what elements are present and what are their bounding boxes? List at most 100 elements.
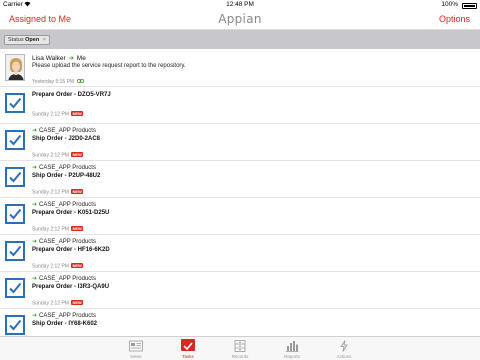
checkmark-icon [9, 282, 22, 294]
checkmark-icon [9, 208, 22, 220]
task-checkbox[interactable] [5, 167, 25, 187]
task-app-name: CASE_APP Products [39, 313, 96, 319]
tab-actions[interactable]: Actions [324, 337, 364, 360]
new-badge: NEW [70, 263, 84, 268]
task-title[interactable]: Ship Order - J2D0-2AC8 [32, 136, 100, 142]
tab-label: Records [231, 353, 249, 359]
task-timestamp: Sunday 2:12 PM [32, 263, 69, 270]
task-checkbox[interactable] [5, 241, 25, 261]
arrow-right-icon: ➜ [32, 165, 38, 171]
task-title[interactable]: Prepare Order - I3R3-QA9U [32, 284, 109, 290]
arrow-right-icon: ➜ [68, 55, 74, 62]
task-timestamp: Sunday 2:12 PM [32, 189, 69, 196]
feed-post[interactable]: Lisa Walker ➜ Me Please upload the servi… [0, 49, 480, 87]
checkmark-icon [9, 245, 22, 257]
tab-tasks[interactable]: Tasks [168, 337, 208, 360]
task-app-line: ➜ CASE_APP Products [32, 201, 96, 208]
task-item[interactable]: ➜ CASE_APP Products Ship Order - IY68-K60… [0, 309, 480, 336]
task-timestamp: Sunday 2:12 PM [32, 300, 69, 307]
task-timestamp: Sunday 2:12 PM [32, 111, 69, 118]
remove-filter-icon[interactable]: × [43, 37, 46, 43]
checkmark-icon [9, 97, 22, 109]
arrow-right-icon: ➜ [32, 313, 38, 319]
task-checkbox[interactable] [5, 130, 25, 150]
link-icon [77, 79, 85, 85]
task-item[interactable]: ➜ CASE_APP Products Prepare Order - HF16-… [0, 235, 480, 272]
task-checkbox[interactable] [5, 315, 25, 335]
task-item[interactable]: ➜ CASE_APP Products Prepare Order - I3R3-… [0, 272, 480, 309]
filter-label: Status [8, 37, 24, 43]
tab-label: Actions [336, 353, 352, 359]
task-item[interactable]: Prepare Order - DZO5-VR7J Sunday 2:12 PM… [0, 87, 480, 124]
task-app-name: CASE_APP Products [39, 202, 96, 208]
battery-percentage: 100% [441, 1, 458, 8]
news-icon [129, 339, 143, 352]
avatar [5, 54, 25, 81]
tab-reports[interactable]: Reports [272, 337, 312, 360]
navigation-bar: Assigned to Me Appian Options [0, 10, 480, 30]
post-author[interactable]: Lisa Walker [32, 55, 66, 62]
filter-value: Open [25, 37, 40, 43]
task-app-line: ➜ CASE_APP Products [32, 275, 96, 282]
task-timestamp-line: Sunday 2:12 PM NEW [32, 300, 84, 307]
filter-bar: Status Open × [0, 30, 480, 49]
checkmark-icon [9, 134, 22, 146]
appian-logo: Appian [218, 12, 262, 26]
task-app-line: ➜ CASE_APP Products [32, 238, 96, 245]
tab-records[interactable]: Records [220, 337, 260, 360]
task-checkbox[interactable] [5, 278, 25, 298]
post-timestamp-line: Yesterday 5:15 PM [32, 79, 85, 85]
task-timestamp-line: Sunday 2:12 PM NEW [32, 189, 84, 196]
status-bar: Carrier 12:48 PM 100% [0, 0, 480, 10]
task-title[interactable]: Ship Order - IY68-K602 [32, 321, 97, 327]
tab-label: Tasks [182, 353, 194, 359]
task-item[interactable]: ➜ CASE_APP Products Prepare Order - K051-… [0, 198, 480, 235]
task-title[interactable]: Ship Order - P2UP-48U2 [32, 173, 100, 179]
task-timestamp-line: Sunday 2:12 PM NEW [32, 263, 84, 270]
task-app-line: ➜ CASE_APP Products [32, 164, 96, 171]
task-title[interactable]: Prepare Order - HF16-6K2D [32, 247, 110, 253]
task-app-name: CASE_APP Products [39, 165, 96, 171]
battery-icon [462, 2, 477, 9]
task-app-name: CASE_APP Products [39, 128, 96, 134]
tasks-icon [181, 339, 195, 351]
task-app-name: CASE_APP Products [39, 276, 96, 282]
arrow-right-icon: ➜ [32, 202, 38, 208]
records-icon [233, 339, 247, 352]
task-feed[interactable]: Lisa Walker ➜ Me Please upload the servi… [0, 49, 480, 336]
task-item[interactable]: ➜ CASE_APP Products Ship Order - J2D0-2AC… [0, 124, 480, 161]
arrow-right-icon: ➜ [32, 276, 38, 282]
task-checkbox[interactable] [5, 204, 25, 224]
task-timestamp: Sunday 2:12 PM [32, 226, 69, 233]
clock: 12:48 PM [226, 1, 254, 8]
status-filter-chip[interactable]: Status Open × [4, 35, 50, 45]
reports-icon [285, 339, 299, 352]
task-app-name: CASE_APP Products [39, 239, 96, 245]
checkmark-icon [9, 319, 22, 331]
task-app-line: ➜ CASE_APP Products [32, 127, 96, 134]
checkmark-icon [9, 171, 22, 183]
task-app-line: ➜ CASE_APP Products [32, 312, 96, 319]
new-badge: NEW [70, 189, 84, 194]
post-timestamp: Yesterday 5:15 PM [32, 79, 75, 85]
tab-label: News [130, 353, 142, 359]
new-badge: NEW [70, 300, 84, 305]
arrow-right-icon: ➜ [32, 128, 38, 134]
task-checkbox[interactable] [5, 93, 25, 113]
task-title[interactable]: Prepare Order - DZO5-VR7J [32, 92, 111, 98]
tab-bar: News Tasks Records Reports Actions [0, 336, 480, 360]
tab-label: Reports [284, 353, 300, 359]
task-timestamp-line: Sunday 2:12 PM NEW [32, 111, 84, 118]
task-timestamp: Sunday 2:12 PM [32, 152, 69, 159]
actions-icon [337, 339, 351, 352]
task-timestamp-line: Sunday 2:12 PM NEW [32, 226, 84, 233]
task-item[interactable]: ➜ CASE_APP Products Ship Order - P2UP-48U… [0, 161, 480, 198]
options-button[interactable]: Options [439, 14, 470, 24]
post-recipient: Me [76, 55, 86, 62]
new-badge: NEW [70, 226, 84, 231]
post-message: Please upload the service request report… [32, 62, 186, 69]
new-badge: NEW [70, 152, 84, 157]
task-title[interactable]: Prepare Order - K051-D25U [32, 210, 109, 216]
tab-news[interactable]: News [116, 337, 156, 360]
arrow-right-icon: ➜ [32, 239, 38, 245]
